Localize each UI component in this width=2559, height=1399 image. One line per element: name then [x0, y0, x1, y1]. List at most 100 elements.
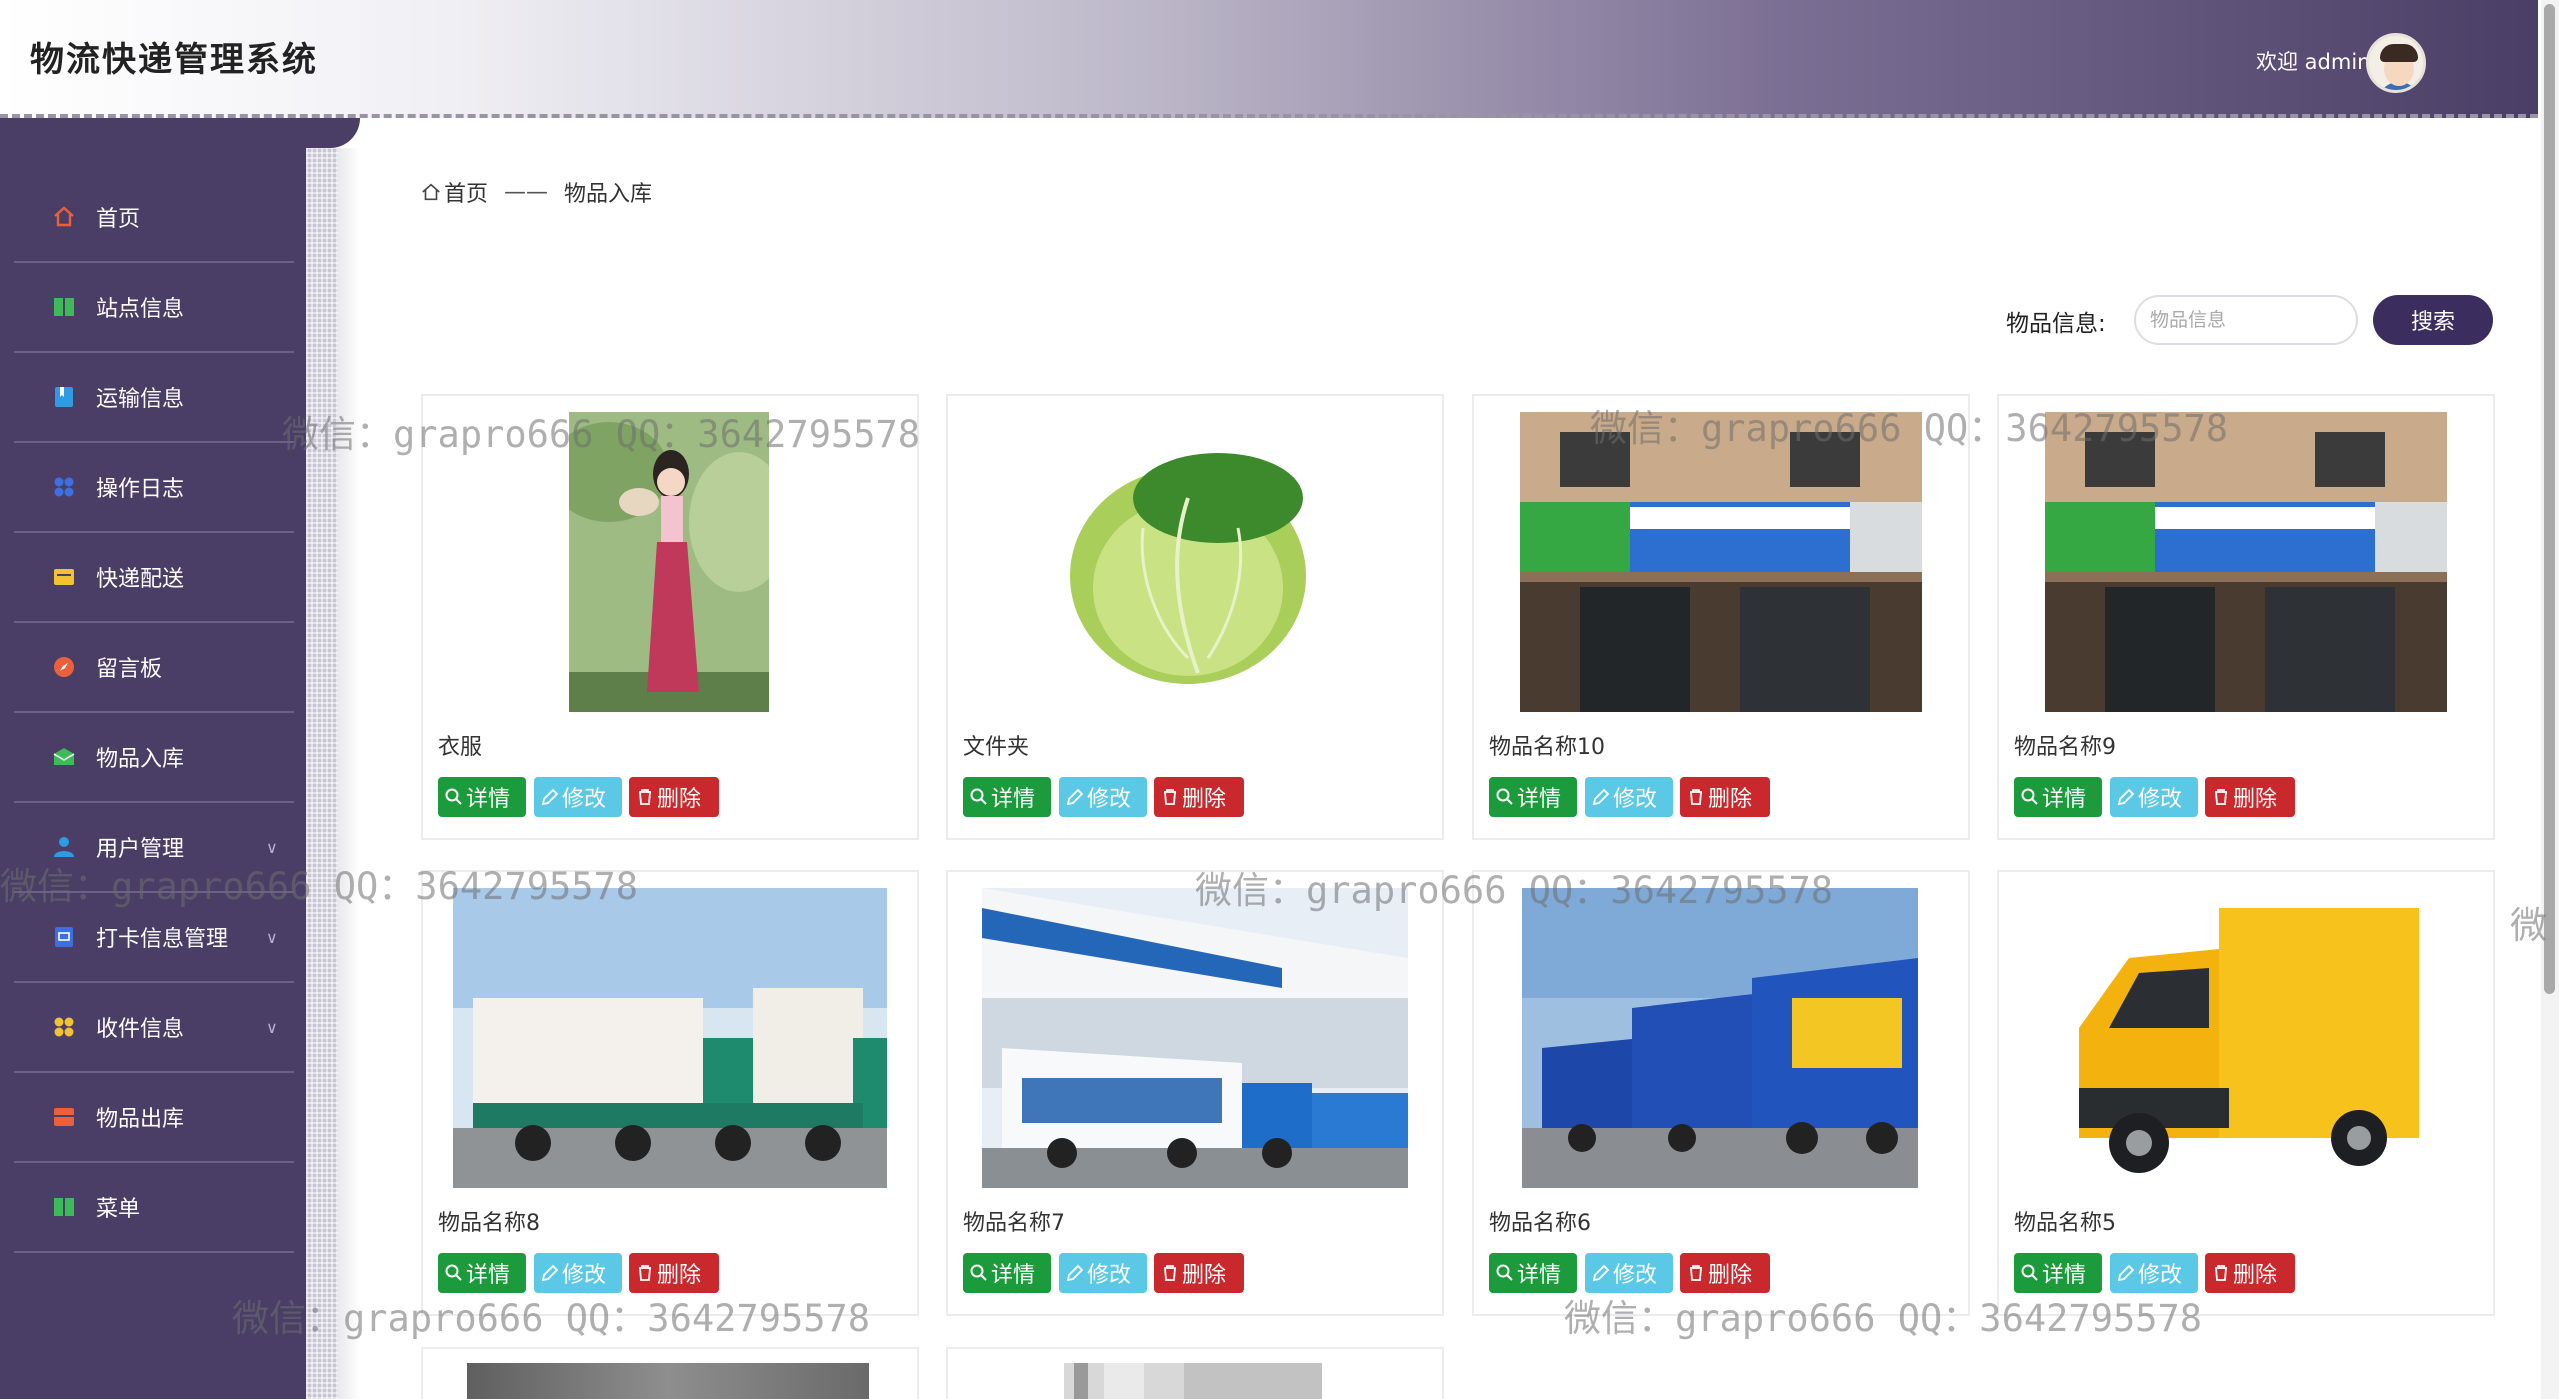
sidebar-item-operation-log[interactable]: 操作日志 [14, 443, 294, 533]
item-card: 文件夹 详情 修改 删除 [946, 394, 1444, 840]
sidebar-item-user-management[interactable]: 用户管理 ∨ [14, 803, 294, 893]
detail-button[interactable]: 详情 [2014, 777, 2102, 817]
item-card: 物品名称10 详情 修改 删除 [1472, 394, 1970, 840]
edit-button[interactable]: 修改 [1059, 1253, 1147, 1293]
header-tab-decoration [0, 118, 360, 148]
search-input[interactable] [2134, 295, 2358, 345]
delete-button[interactable]: 删除 [1154, 1253, 1244, 1293]
delete-button[interactable]: 删除 [1680, 1253, 1770, 1293]
sidebar-item-label: 操作日志 [96, 477, 185, 502]
sidebar-item-home[interactable]: 首页 [14, 173, 294, 263]
gray-photo[interactable] [467, 1363, 869, 1399]
item-name: 物品名称6 [1489, 1211, 1591, 1236]
pencil-icon [541, 788, 559, 806]
sidebar-item-menu[interactable]: 菜单 [14, 1163, 294, 1253]
delete-button[interactable]: 删除 [2205, 1253, 2295, 1293]
search-icon [445, 1264, 462, 1281]
home-icon [52, 205, 76, 229]
item-name: 衣服 [438, 735, 483, 760]
item-name: 物品名称9 [2014, 735, 2116, 760]
trash-icon [639, 789, 651, 805]
detail-button[interactable]: 详情 [963, 777, 1051, 817]
trash-icon [1164, 1265, 1176, 1281]
search-icon [2021, 1264, 2038, 1281]
cabbage-photo[interactable] [1048, 418, 1328, 698]
pencil-icon [2117, 788, 2135, 806]
detail-button[interactable]: 详情 [1489, 777, 1577, 817]
warehouse-photo[interactable] [1064, 1363, 1322, 1399]
box-icon [52, 1105, 76, 1129]
sidebar-item-transport-info[interactable]: 运输信息 [14, 353, 294, 443]
edit-button[interactable]: 修改 [2110, 1253, 2198, 1293]
edit-button[interactable]: 修改 [534, 1253, 622, 1293]
sidebar-item-label: 站点信息 [96, 297, 185, 322]
detail-button[interactable]: 详情 [963, 1253, 1051, 1293]
sidebar-item-checkin-management[interactable]: 打卡信息管理 ∨ [14, 893, 294, 983]
trash-icon [2215, 1265, 2227, 1281]
edit-button[interactable]: 修改 [1585, 1253, 1673, 1293]
sidebar-item-label: 打卡信息管理 [96, 927, 229, 952]
top-header: 物流快递管理系统 欢迎 admin [0, 0, 2538, 118]
sidebar-item-site-info[interactable]: 站点信息 [14, 263, 294, 353]
chevron-down-icon: ∨ [266, 837, 278, 857]
search-icon [445, 788, 462, 805]
scrollbar-thumb[interactable] [2544, 4, 2555, 994]
sidebar-item-item-outbound[interactable]: 物品出库 [14, 1073, 294, 1163]
edit-button[interactable]: 修改 [1059, 777, 1147, 817]
sidebar-item-message-board[interactable]: 留言板 [14, 623, 294, 713]
clipboard-icon [52, 925, 76, 949]
sidebar-item-label: 物品入库 [96, 747, 185, 772]
delete-button[interactable]: 删除 [1154, 777, 1244, 817]
delete-button[interactable]: 删除 [1680, 777, 1770, 817]
cainiao-station-photo[interactable] [1520, 412, 1922, 712]
sidebar-item-label: 运输信息 [96, 387, 185, 412]
item-name: 物品名称8 [438, 1211, 540, 1236]
woman-in-hanfu-photo[interactable] [569, 412, 769, 712]
detail-button[interactable]: 详情 [438, 1253, 526, 1293]
detail-button[interactable]: 详情 [438, 777, 526, 817]
sidebar-item-label: 留言板 [96, 657, 163, 682]
item-name: 物品名称5 [2014, 1211, 2116, 1236]
welcome-text: 欢迎 admin [2256, 50, 2371, 74]
trash-icon [1690, 789, 1702, 805]
sidebar-item-item-storage[interactable]: 物品入库 [14, 713, 294, 803]
pencil-icon [1066, 788, 1084, 806]
detail-button[interactable]: 详情 [2014, 1253, 2102, 1293]
edit-button[interactable]: 修改 [2110, 777, 2198, 817]
user-avatar[interactable] [2366, 33, 2426, 93]
cainiao-station-photo[interactable] [2045, 412, 2447, 712]
sidebar-item-label: 菜单 [96, 1197, 141, 1222]
pencil-icon [1592, 1264, 1610, 1282]
delete-button[interactable]: 删除 [629, 1253, 719, 1293]
mail-icon [52, 745, 76, 769]
search-icon [2021, 788, 2038, 805]
vertical-scrollbar[interactable] [2541, 0, 2559, 1399]
chevron-down-icon: ∨ [266, 927, 278, 947]
search-icon [970, 788, 987, 805]
delete-button[interactable]: 删除 [629, 777, 719, 817]
green-trucks-photo[interactable] [453, 888, 887, 1188]
item-card: 物品名称9 详情 修改 删除 [1997, 394, 2495, 840]
trash-icon [1164, 789, 1176, 805]
book-icon [52, 1195, 76, 1219]
breadcrumb-home[interactable]: 首页 [444, 176, 488, 208]
sidebar-item-label: 物品出库 [96, 1107, 185, 1132]
sidebar-item-label: 用户管理 [96, 837, 185, 862]
sidebar-item-express-delivery[interactable]: 快递配送 [14, 533, 294, 623]
search-button[interactable]: 搜索 [2373, 295, 2493, 345]
edit-button[interactable]: 修改 [534, 777, 622, 817]
trash-icon [2215, 789, 2227, 805]
zto-trucks-photo[interactable] [982, 888, 1408, 1188]
item-card: 物品名称5 详情 修改 删除 [1997, 870, 2495, 1316]
search-icon [970, 1264, 987, 1281]
edit-button[interactable]: 修改 [1585, 777, 1673, 817]
chevron-down-icon: ∨ [266, 1017, 278, 1037]
sidebar-item-receipt-info[interactable]: 收件信息 ∨ [14, 983, 294, 1073]
yellow-van-photo[interactable] [2039, 888, 2449, 1188]
home-icon [422, 183, 440, 201]
delete-button[interactable]: 删除 [2205, 777, 2295, 817]
detail-button[interactable]: 详情 [1489, 1253, 1577, 1293]
item-card: 物品名称8 详情 修改 删除 [421, 870, 919, 1316]
item-card [946, 1347, 1444, 1399]
blue-trucks-photo[interactable] [1522, 888, 1918, 1188]
